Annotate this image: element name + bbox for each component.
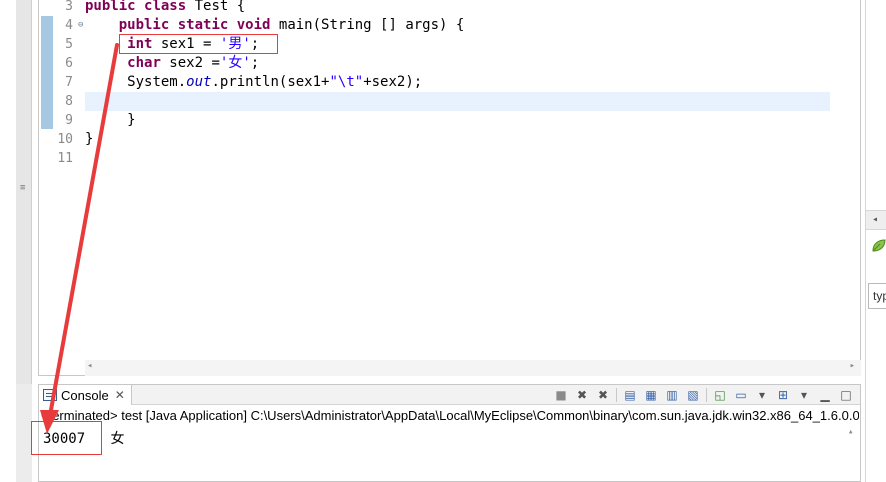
minimize-icon[interactable]: ▁ — [817, 387, 833, 403]
scroll-left-icon[interactable]: ◂ — [87, 361, 92, 371]
line-number: 5 — [65, 37, 73, 52]
code-highlight-box — [119, 34, 278, 54]
line-number: 7 — [65, 75, 73, 90]
keyword-token: public — [85, 0, 136, 14]
outer-vertical-scrollbar[interactable]: ≡ — [16, 0, 32, 384]
line-number: 9 — [65, 113, 73, 128]
code-line[interactable]: System.out.println(sex1+"\t"+sex2); — [85, 73, 422, 92]
display-console-dropdown-icon[interactable]: ▾ — [754, 387, 770, 403]
toolbar-separator — [616, 388, 617, 402]
code-token: } — [85, 131, 94, 147]
keyword-token: class — [144, 0, 187, 14]
tab-console[interactable]: Console ✕ — [39, 385, 132, 405]
current-line-highlight — [85, 92, 830, 111]
open-console-icon[interactable]: ⊞ — [775, 387, 791, 403]
open-console-dropdown-icon[interactable]: ▾ — [796, 387, 812, 403]
code-token: ; — [250, 55, 260, 71]
remove-launch-icon[interactable]: ✖ — [574, 387, 590, 403]
line-number: 8 — [65, 94, 73, 109]
line-number: 10 — [57, 132, 73, 147]
string-token: "\t" — [329, 74, 364, 90]
editor-horizontal-scrollbar[interactable]: ◂ ▸ — [85, 360, 861, 376]
line-number: 11 — [57, 151, 73, 166]
console-view: Console ✕ ■ ✖ ✖ ▤ ▦ ▥ ▧ ◱ ▭ ▾ ⊞ ▾ ▁ □ <t… — [38, 384, 861, 482]
keyword-token: void — [236, 17, 271, 33]
code-token: main(String [] args) { — [270, 17, 465, 33]
code-line[interactable]: } — [85, 111, 136, 130]
field-token: out — [186, 74, 212, 90]
code-area[interactable]: public class Test { public static void m… — [85, 0, 830, 360]
console-output-char: 女 — [110, 431, 125, 447]
tab-console-label: Console — [61, 387, 109, 403]
line-number-gutter: 3 4 ⊖ 5 6 7 8 9 10 11 — [53, 0, 85, 360]
console-icon — [43, 389, 57, 401]
code-line[interactable]: char sex2 ='女'; — [85, 54, 259, 73]
scroll-right-icon[interactable]: ▸ — [850, 361, 855, 371]
right-panel: ◂ typ — [865, 0, 886, 482]
code-token: } — [127, 112, 136, 128]
fold-collapse-icon[interactable]: ⊖ — [78, 20, 83, 30]
keyword-token: public — [118, 17, 170, 33]
code-token: sex2 = — [160, 55, 220, 71]
keyword-token: char — [127, 55, 161, 71]
code-line[interactable]: } — [85, 130, 93, 149]
keyword-token: static — [177, 17, 229, 33]
show-on-output-icon[interactable]: ▦ — [643, 387, 659, 403]
remove-all-terminated-icon[interactable]: ✖ — [595, 387, 611, 403]
leaf-icon[interactable] — [870, 236, 886, 256]
line-number: 3 — [65, 0, 73, 14]
pin-console-icon[interactable]: ◱ — [712, 387, 728, 403]
maximize-icon[interactable]: □ — [838, 387, 854, 403]
terminate-icon[interactable]: ■ — [553, 387, 569, 403]
output-highlight-box — [31, 421, 102, 455]
string-token: '女' — [219, 55, 251, 71]
word-wrap-icon[interactable]: ▧ — [685, 387, 701, 403]
console-tab-bar: Console ✕ ■ ✖ ✖ ▤ ▦ ▥ ▧ ◱ ▭ ▾ ⊞ ▾ ▁ □ — [39, 385, 860, 405]
toolbar-separator — [706, 388, 707, 402]
code-token: +sex2); — [363, 74, 423, 90]
collapse-arrow-icon[interactable]: ◂ — [872, 214, 878, 225]
type-filter-field[interactable]: typ — [868, 283, 886, 309]
line-number: 4 — [65, 18, 73, 33]
close-icon[interactable]: ✕ — [115, 388, 125, 402]
code-editor[interactable]: 3 4 ⊖ 5 6 7 8 9 10 11 public class Test { public … — [38, 0, 861, 376]
display-console-icon[interactable]: ▭ — [733, 387, 749, 403]
scroll-up-icon[interactable]: ▴ — [848, 427, 853, 437]
right-panel-header[interactable]: ◂ — [866, 210, 886, 230]
scrollbar-grip-icon[interactable]: ≡ — [20, 184, 28, 193]
show-on-error-icon[interactable]: ▥ — [664, 387, 680, 403]
code-line[interactable]: public class Test { — [85, 0, 245, 16]
code-token: Test { — [186, 0, 246, 14]
console-status-line: <terminated> test [Java Application] C:\… — [41, 408, 859, 423]
code-line[interactable]: public static void main(String [] args) … — [85, 16, 465, 35]
code-token: .println(sex1+ — [211, 74, 330, 90]
console-vertical-scrollbar[interactable]: ▴ — [844, 425, 860, 481]
scroll-lock-icon[interactable]: ▤ — [622, 387, 638, 403]
line-number: 6 — [65, 56, 73, 71]
code-token: System. — [127, 74, 187, 90]
outer-vertical-scrollbar-lower[interactable] — [16, 384, 32, 482]
console-toolbar: ■ ✖ ✖ ▤ ▦ ▥ ▧ ◱ ▭ ▾ ⊞ ▾ ▁ □ — [553, 386, 854, 404]
